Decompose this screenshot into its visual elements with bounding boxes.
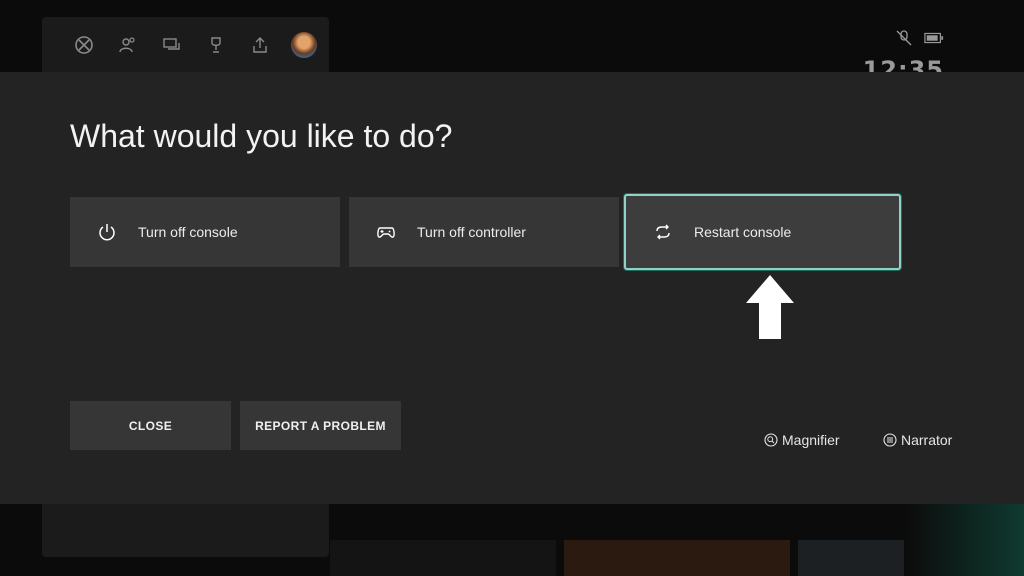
dialog-title: What would you like to do?	[70, 118, 453, 154]
power-dialog: What would you like to do? Turn off cons…	[0, 72, 1024, 504]
people-icon[interactable]	[106, 17, 150, 73]
background-tile	[330, 540, 556, 576]
option-label: Turn off console	[138, 224, 238, 240]
up-arrow-annotation	[746, 275, 794, 339]
narrator-shortcut[interactable]: Narrator	[883, 432, 952, 448]
avatar-slot[interactable]	[282, 17, 326, 73]
restart-console-button[interactable]: Restart console	[624, 194, 901, 270]
avatar	[291, 32, 317, 58]
report-problem-button[interactable]: REPORT A PROBLEM	[240, 401, 401, 450]
option-label: Restart console	[694, 224, 792, 240]
restart-icon	[652, 221, 674, 243]
share-icon[interactable]	[238, 17, 282, 73]
magnifier-icon	[764, 433, 778, 447]
battery-icon	[924, 32, 944, 44]
option-label: Turn off controller	[417, 224, 526, 240]
magnifier-shortcut[interactable]: Magnifier	[764, 432, 840, 448]
background-tile	[564, 540, 790, 576]
turn-off-controller-button[interactable]: Turn off controller	[349, 197, 619, 267]
power-icon	[96, 221, 118, 243]
xbox-icon[interactable]	[62, 17, 106, 73]
narrator-label: Narrator	[901, 432, 953, 448]
narrator-icon	[883, 433, 897, 447]
status-bar	[894, 30, 944, 46]
magnifier-label: Magnifier	[782, 432, 840, 448]
turn-off-console-button[interactable]: Turn off console	[70, 197, 340, 267]
trophy-icon[interactable]	[194, 17, 238, 73]
chat-icon[interactable]	[150, 17, 194, 73]
close-button[interactable]: CLOSE	[70, 401, 231, 450]
mic-muted-icon	[896, 30, 912, 46]
guide-tab-bar	[42, 17, 329, 73]
controller-icon	[375, 221, 397, 243]
